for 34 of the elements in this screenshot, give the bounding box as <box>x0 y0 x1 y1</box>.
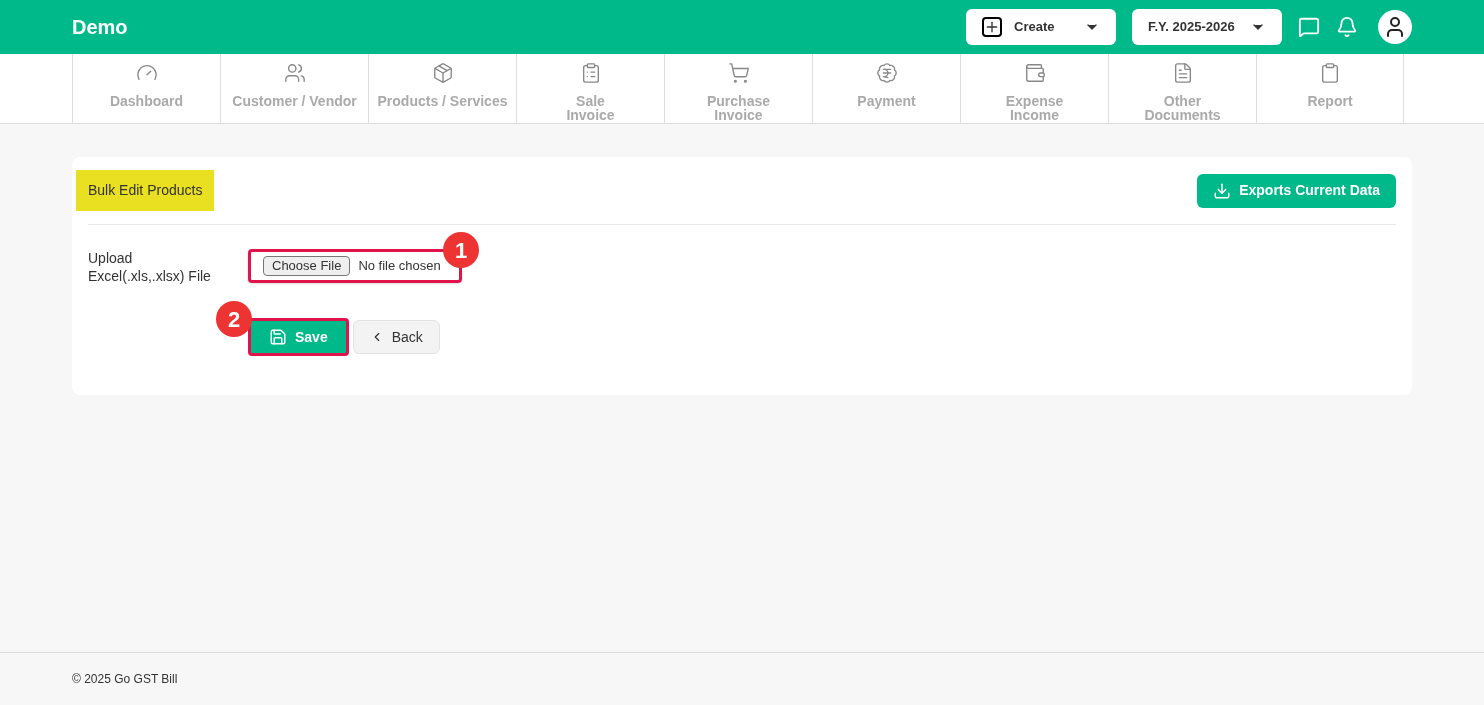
nav-tab[interactable]: Products / Services <box>368 54 516 123</box>
people-icon <box>283 62 306 84</box>
nav-tab[interactable]: Payment <box>812 54 960 123</box>
step-marker: 2 <box>216 301 252 337</box>
footer-text: © 2025 Go GST Bill <box>72 671 178 688</box>
nav-tab[interactable]: Expense Income <box>960 54 1108 123</box>
nav-tab[interactable]: Report <box>1256 54 1404 123</box>
save-button[interactable]: Save <box>248 318 349 356</box>
nav-tab[interactable]: Customer / Vendor <box>220 54 368 123</box>
choose-file-button[interactable]: Choose File <box>263 256 351 276</box>
bell-icon[interactable] <box>1336 16 1358 38</box>
export-button[interactable]: Exports Current Data <box>1197 173 1396 208</box>
nav-tab[interactable]: Dashboard <box>72 54 220 123</box>
plus-icon <box>982 17 1002 37</box>
save-icon <box>269 328 287 346</box>
box-icon <box>431 62 454 84</box>
step-marker: 1 <box>443 232 479 268</box>
avatar-icon[interactable] <box>1378 10 1412 44</box>
back-button[interactable]: Back <box>352 320 440 354</box>
cart-icon <box>727 62 750 84</box>
nav-tab[interactable]: Sale Invoice <box>516 54 664 123</box>
download-icon <box>1213 181 1232 200</box>
upload-label: Upload Excel(.xls,.xlsx) File <box>88 249 212 285</box>
clipboard-icon <box>1319 62 1341 84</box>
nav-tab[interactable]: Other Documents <box>1108 54 1256 123</box>
file-status: No file chosen <box>358 257 441 276</box>
wallet-icon <box>1023 62 1046 84</box>
brand-name: Demo <box>72 15 128 40</box>
rupee-icon <box>875 62 898 84</box>
year-dropdown[interactable]: F.Y. 2025-2026 <box>1132 9 1282 45</box>
page-title: Bulk Edit Products <box>76 170 215 211</box>
message-icon[interactable] <box>1298 16 1320 38</box>
create-button[interactable]: Create <box>966 9 1116 45</box>
nav-tab[interactable]: Purchase Invoice <box>664 54 812 123</box>
